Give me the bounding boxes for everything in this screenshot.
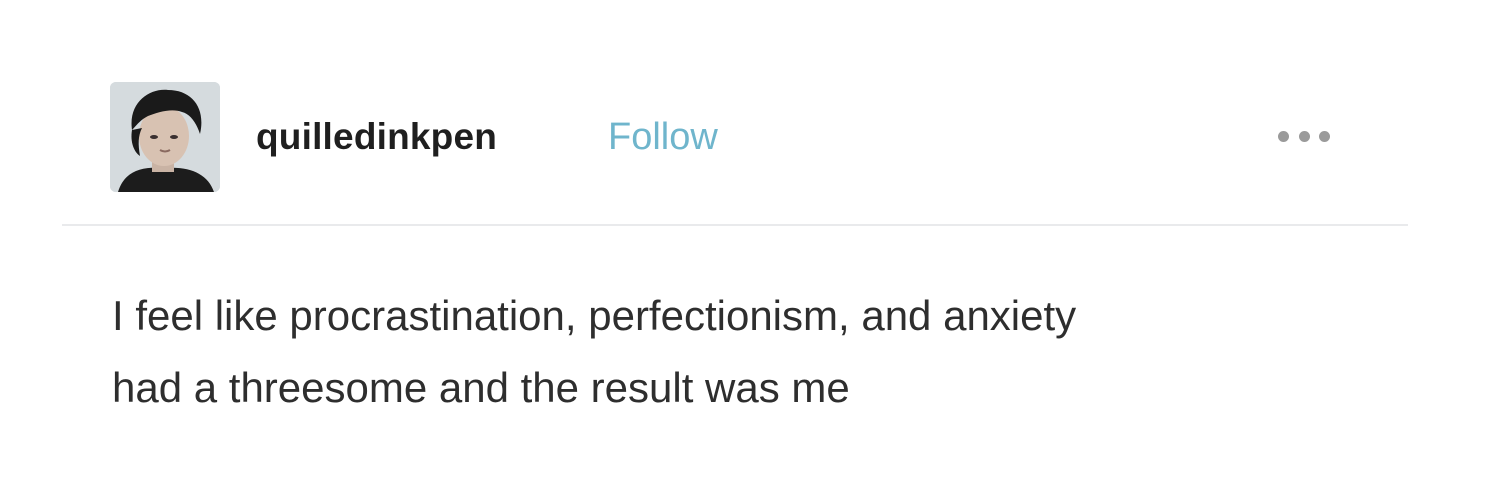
more-options-icon [1319,130,1330,142]
post-text-line: I feel like procrastination, perfectioni… [112,292,1077,339]
post-card: quilledinkpen Follow I feel like procras… [0,0,1500,499]
post-body: I feel like procrastination, perfectioni… [112,280,1412,424]
post-text-line: had a threesome and the result was me [112,364,850,411]
header-divider [62,224,1408,226]
follow-button[interactable]: Follow [608,116,718,159]
avatar[interactable] [110,82,220,192]
more-options-button[interactable] [1278,126,1330,146]
post-header: quilledinkpen Follow [110,82,1350,194]
more-options-icon [1298,130,1310,142]
more-options-icon [1278,130,1289,142]
username-link[interactable]: quilledinkpen [256,116,497,158]
avatar-photo-icon [110,82,220,192]
